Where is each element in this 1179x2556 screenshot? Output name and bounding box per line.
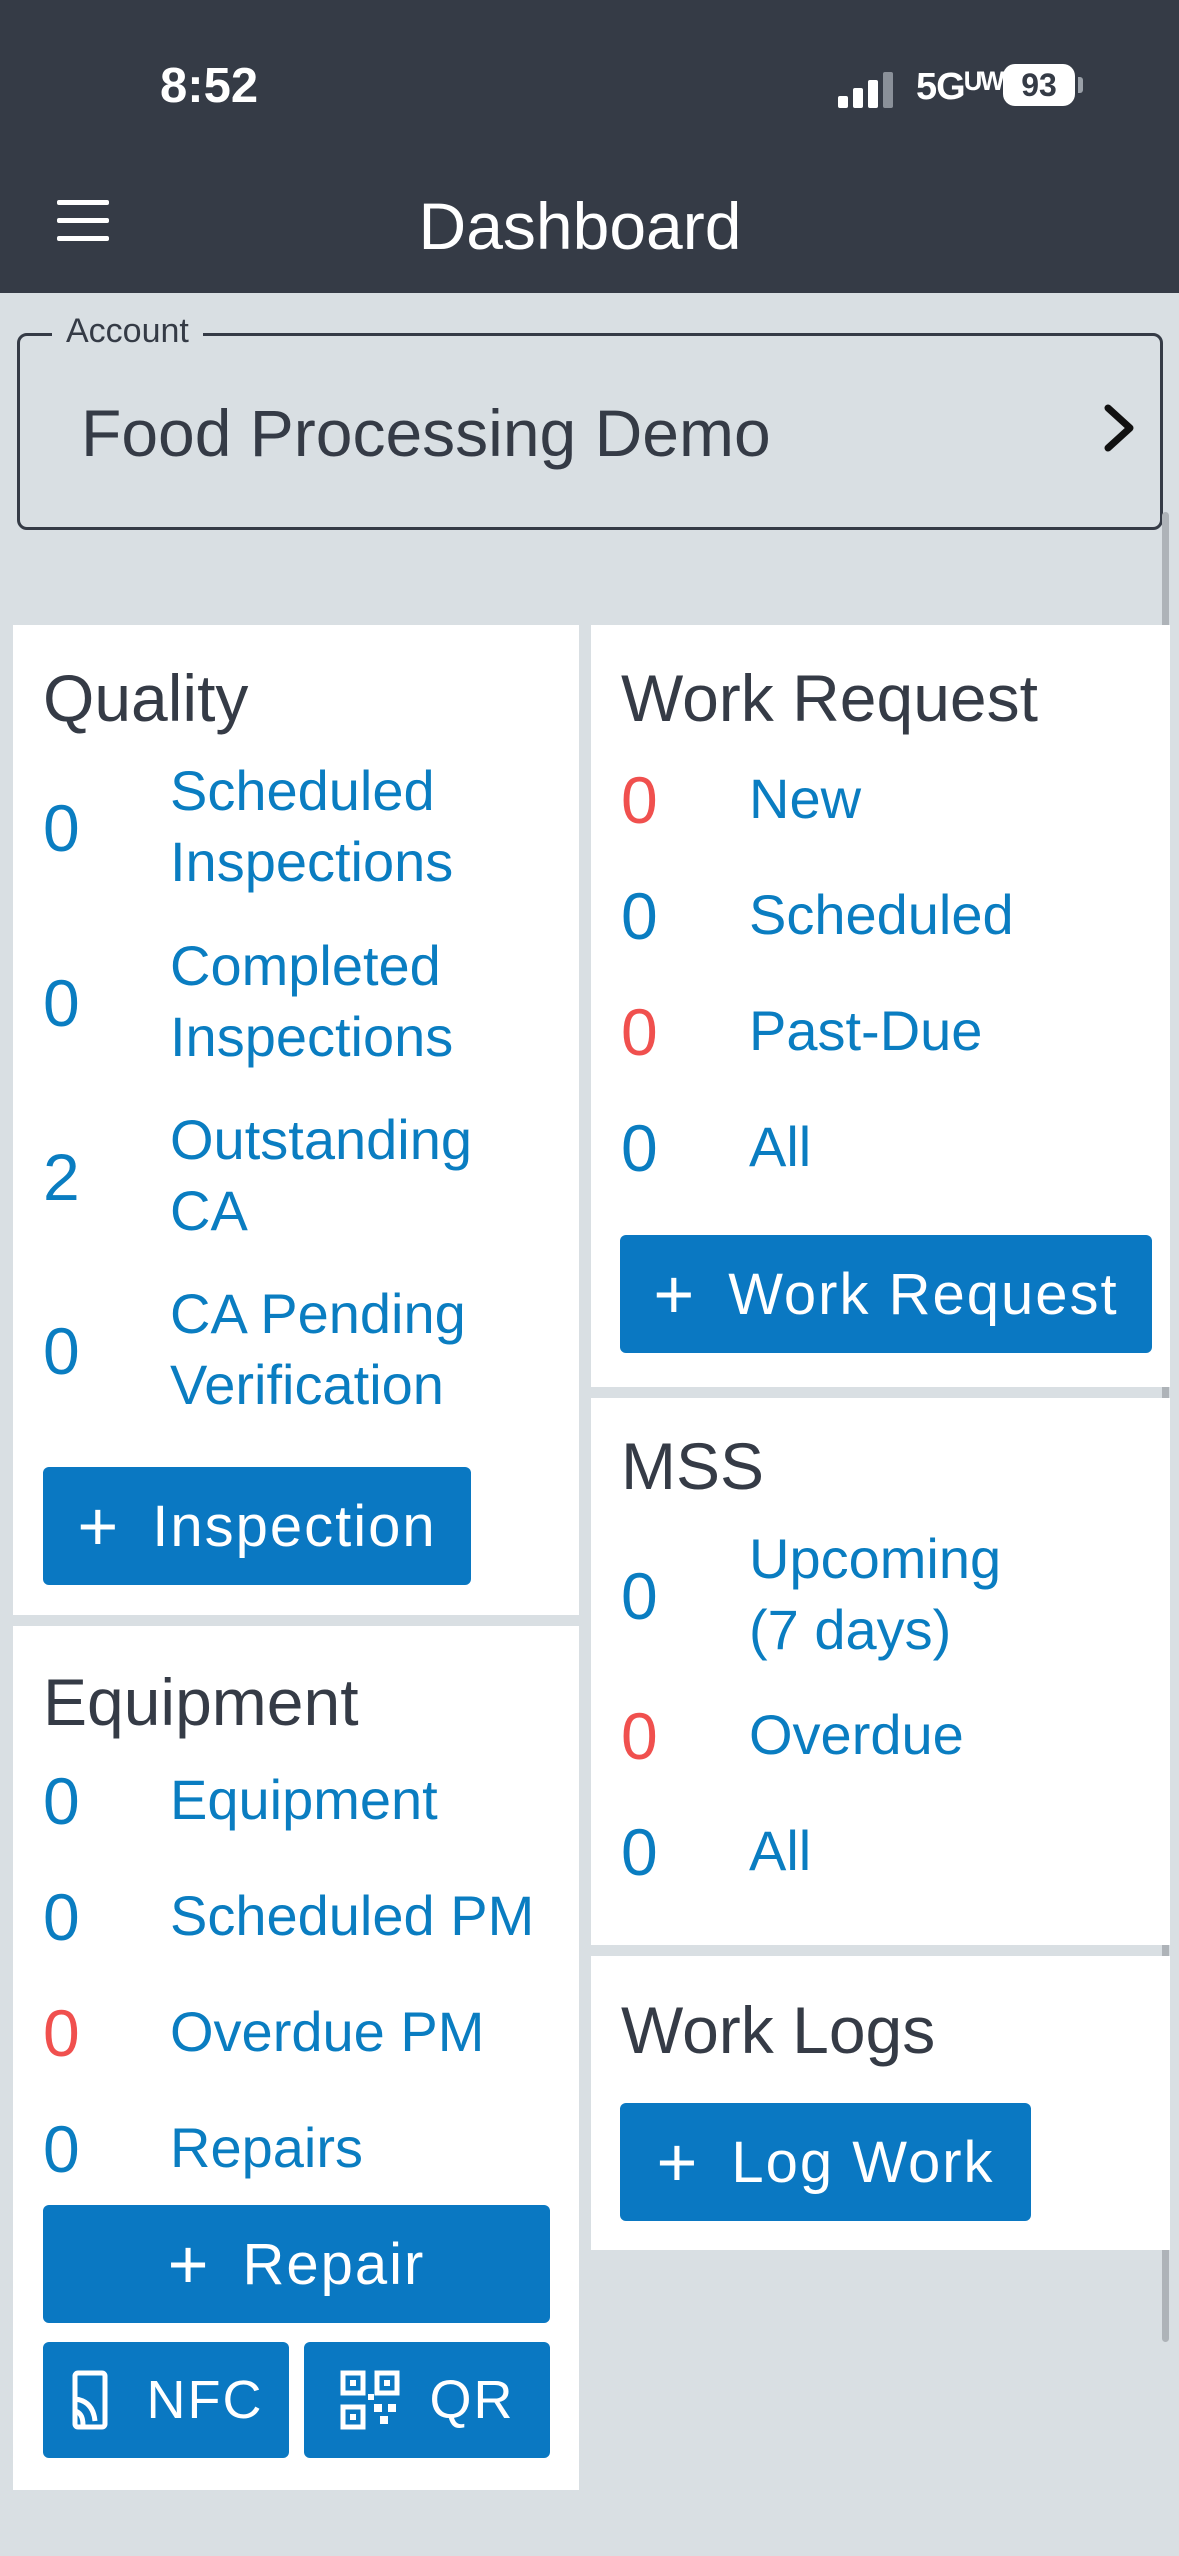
stat-count: 0 — [621, 1559, 658, 1633]
button-label: QR — [429, 2370, 515, 2430]
button-label: NFC — [146, 2370, 264, 2430]
outstanding-ca-link[interactable]: Outstanding CA — [170, 1104, 472, 1246]
plus-icon: + — [656, 2123, 700, 2201]
quality-card: Quality 0 Scheduled Inspections 0 Comple… — [13, 625, 579, 1615]
new-requests-link[interactable]: New — [749, 763, 861, 834]
stat-count: 0 — [621, 1815, 658, 1889]
plus-icon: + — [77, 1487, 121, 1565]
card-title: Quality — [43, 661, 249, 735]
log-work-button[interactable]: + Log Work — [620, 2103, 1031, 2221]
account-name[interactable]: Food Processing Demo — [81, 395, 771, 471]
qr-code-icon — [340, 2370, 400, 2430]
work-request-card: Work Request 0 New 0 Scheduled 0 Past-Du… — [591, 625, 1170, 1387]
stat-count: 0 — [621, 1111, 658, 1185]
button-label: Repair — [242, 2231, 426, 2297]
stat-count: 0 — [43, 966, 80, 1040]
nfc-icon — [69, 2369, 117, 2431]
chevron-right-icon[interactable] — [1096, 398, 1144, 458]
scheduled-requests-link[interactable]: Scheduled — [749, 879, 1014, 950]
add-work-request-button[interactable]: + Work Request — [620, 1235, 1152, 1353]
add-inspection-button[interactable]: + Inspection — [43, 1467, 471, 1585]
all-requests-link[interactable]: All — [749, 1111, 811, 1182]
battery-indicator: 93 — [1003, 64, 1075, 106]
stat-count: 0 — [621, 879, 658, 953]
battery-tip — [1078, 77, 1083, 93]
app-header: 8:52 5Gᵁᵂ 93 Dashboard — [0, 0, 1179, 293]
scheduled-pm-link[interactable]: Scheduled PM — [170, 1880, 534, 1951]
stat-count: 2 — [43, 1140, 80, 1214]
stat-count: 0 — [621, 995, 658, 1069]
scheduled-inspections-link[interactable]: Scheduled Inspections — [170, 755, 453, 897]
page-title: Dashboard — [418, 189, 742, 263]
ca-pending-verification-link[interactable]: CA Pending Verification — [170, 1278, 466, 1420]
equipment-link[interactable]: Equipment — [170, 1764, 438, 1835]
past-due-requests-link[interactable]: Past-Due — [749, 995, 982, 1066]
work-logs-card: Work Logs + Log Work — [591, 1956, 1170, 2250]
stat-count: 0 — [43, 1880, 80, 1954]
cellular-signal-icon — [838, 70, 898, 108]
stat-count: 0 — [43, 1764, 80, 1838]
stat-count: 0 — [43, 791, 80, 865]
account-label: Account — [52, 312, 203, 351]
upcoming-link[interactable]: Upcoming (7 days) — [749, 1523, 1001, 1665]
stat-count: 0 — [621, 1699, 658, 1773]
repairs-link[interactable]: Repairs — [170, 2112, 363, 2183]
add-repair-button[interactable]: + Repair — [43, 2205, 550, 2323]
stat-count: 0 — [43, 2112, 80, 2186]
nfc-scan-button[interactable]: NFC — [43, 2342, 289, 2458]
overdue-pm-link[interactable]: Overdue PM — [170, 1996, 484, 2067]
stat-count: 0 — [621, 763, 658, 837]
stat-count: 0 — [43, 1314, 80, 1388]
network-indicator: 5Gᵁᵂ — [916, 66, 1004, 108]
card-title: Equipment — [43, 1665, 359, 1739]
status-time: 8:52 — [160, 59, 259, 113]
equipment-card: Equipment 0 Equipment 0 Scheduled PM 0 O… — [13, 1626, 579, 2490]
card-title: Work Request — [621, 661, 1038, 735]
completed-inspections-link[interactable]: Completed Inspections — [170, 930, 453, 1072]
plus-icon: + — [167, 2225, 211, 2303]
plus-icon: + — [653, 1255, 697, 1333]
card-title: MSS — [621, 1429, 765, 1503]
all-mss-link[interactable]: All — [749, 1815, 811, 1886]
button-label: Work Request — [728, 1261, 1119, 1327]
mss-card: MSS 0 Upcoming (7 days) 0 Overdue 0 All — [591, 1398, 1170, 1945]
button-label: Log Work — [731, 2129, 995, 2195]
stat-count: 0 — [43, 1996, 80, 2070]
card-title: Work Logs — [621, 1993, 936, 2067]
button-label: Inspection — [152, 1493, 437, 1559]
overdue-link[interactable]: Overdue — [749, 1699, 964, 1770]
qr-scan-button[interactable]: QR — [304, 2342, 550, 2458]
